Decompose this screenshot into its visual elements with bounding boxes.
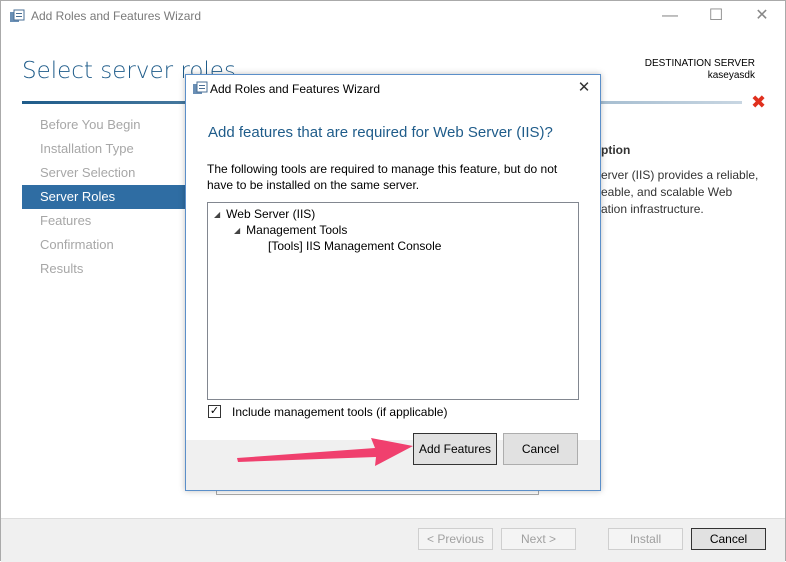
dialog-titlebar: Add Roles and Features Wizard ✕ [186, 75, 600, 101]
dialog-description: The following tools are required to mana… [207, 162, 558, 192]
nav-item-server-selection[interactable]: Server Selection [22, 161, 186, 185]
include-tools-label: Include management tools (if applicable) [232, 405, 448, 419]
wizard-nav: Before You Begin Installation Type Serve… [22, 113, 186, 281]
server-manager-icon [10, 9, 25, 22]
window-titlebar: Add Roles and Features Wizard — ☐ ✕ [1, 1, 785, 31]
window-title: Add Roles and Features Wizard [31, 9, 202, 23]
expand-triangle-icon[interactable]: ◢ [234, 226, 240, 235]
tree-item-label: Management Tools [246, 223, 348, 237]
description-line: erver (IIS) provides a reliable, [601, 168, 759, 182]
dialog-title: Add Roles and Features Wizard [210, 82, 381, 96]
destination-server-name: kaseyasdk [707, 70, 755, 81]
cancel-button[interactable]: Cancel [691, 528, 766, 550]
description-line: ation infrastructure. [601, 202, 704, 216]
previous-button[interactable]: < Previous [418, 528, 493, 550]
expand-triangle-icon[interactable]: ◢ [214, 210, 220, 219]
pointer-arrow-icon [237, 438, 413, 466]
description-text: erver (IIS) provides a reliable, eable, … [601, 167, 761, 218]
include-tools-checkbox[interactable]: ✓ [208, 405, 221, 418]
dialog-cancel-button[interactable]: Cancel [503, 433, 578, 465]
close-window-button[interactable]: ✕ [739, 1, 785, 31]
tree-item-web-server[interactable]: ◢ Web Server (IIS) [214, 207, 315, 221]
next-button[interactable]: Next > [501, 528, 576, 550]
required-features-tree[interactable]: ◢ Web Server (IIS) ◢ Management Tools [Too… [207, 202, 579, 400]
tree-item-label: [Tools] IIS Management Console [268, 239, 442, 253]
minimize-button[interactable]: — [647, 1, 693, 31]
tree-item-iis-console[interactable]: [Tools] IIS Management Console [268, 239, 441, 253]
nav-item-features[interactable]: Features [22, 209, 186, 233]
server-manager-icon [193, 81, 208, 94]
add-features-dialog: Add Roles and Features Wizard ✕ Add feat… [185, 74, 601, 491]
description-line: eable, and scalable Web [601, 185, 733, 199]
dialog-heading: Add features that are required for Web S… [208, 124, 553, 141]
nav-item-installation-type[interactable]: Installation Type [22, 137, 186, 161]
nav-item-confirmation[interactable]: Confirmation [22, 233, 186, 257]
destination-server-label: DESTINATION SERVER [644, 58, 755, 69]
tree-item-label: Web Server (IIS) [226, 207, 316, 221]
maximize-button[interactable]: ☐ [693, 1, 739, 31]
tree-item-management-tools[interactable]: ◢ Management Tools [234, 223, 347, 237]
red-x-icon[interactable]: ✖ [751, 92, 766, 113]
nav-item-before-you-begin[interactable]: Before You Begin [22, 113, 186, 137]
add-features-button[interactable]: Add Features [413, 433, 497, 465]
nav-item-results[interactable]: Results [22, 257, 186, 281]
nav-item-server-roles[interactable]: Server Roles [22, 185, 186, 209]
dialog-close-button[interactable]: ✕ [574, 79, 594, 97]
description-heading: ption [601, 143, 631, 157]
install-button[interactable]: Install [608, 528, 683, 550]
